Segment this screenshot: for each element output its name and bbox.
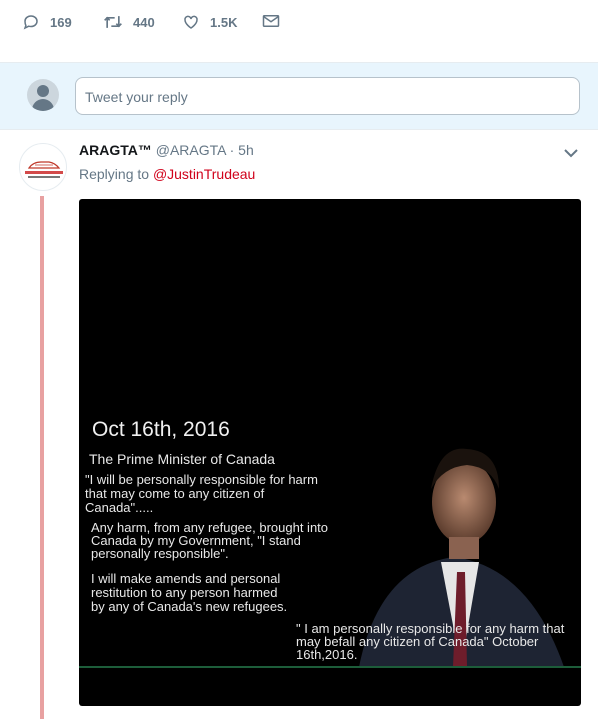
image-quote-text: "I will be personally responsible for ha… [85,472,318,515]
tweet-menu-button[interactable] [563,146,579,164]
avatar [27,79,59,111]
car-logo-icon [27,161,61,169]
like-count: 1.5K [210,14,238,30]
username[interactable]: @ARAGTA [156,142,226,158]
image-title-text: The Prime Minister of Canada [89,451,275,467]
retweet-action[interactable]: 440 [103,13,155,31]
image-quote-text: Any harm, from any refugee, brought into… [91,520,329,561]
timestamp[interactable]: 5h [238,142,254,158]
chevron-down-icon [563,146,579,163]
image-quote-text: I will make amends and personal restitut… [91,571,288,614]
tweet-header: ARAGTA™ @ARAGTA · 5h [79,142,254,158]
tweet-actions-bar: 169 440 1.5K [0,0,598,62]
replying-to: Replying to @JustinTrudeau [79,166,255,182]
message-action[interactable] [262,13,280,29]
reply-action[interactable]: 169 [22,13,72,31]
replying-prefix: Replying to [79,166,150,182]
retweet-icon [103,13,123,31]
separator: · [229,142,235,158]
reply-icon [22,13,40,31]
image-quote-text: " I am personally responsible for any ha… [296,621,565,662]
reply-input[interactable]: Tweet your reply [75,77,580,115]
mention-link[interactable]: @JustinTrudeau [153,166,255,182]
like-icon [182,13,200,31]
image-divider [79,666,581,668]
thread-connector-line [40,196,44,719]
like-action[interactable]: 1.5K [182,13,237,31]
display-name[interactable]: ARAGTA™ [79,142,152,158]
reply-count: 169 [50,14,72,30]
message-icon [262,13,280,29]
avatar[interactable] [19,143,67,191]
image-date-text: Oct 16th, 2016 [92,418,230,441]
retweet-count: 440 [133,14,155,30]
tweet-media-image[interactable]: Oct 16th, 2016 The Prime Minister of Can… [79,199,581,706]
